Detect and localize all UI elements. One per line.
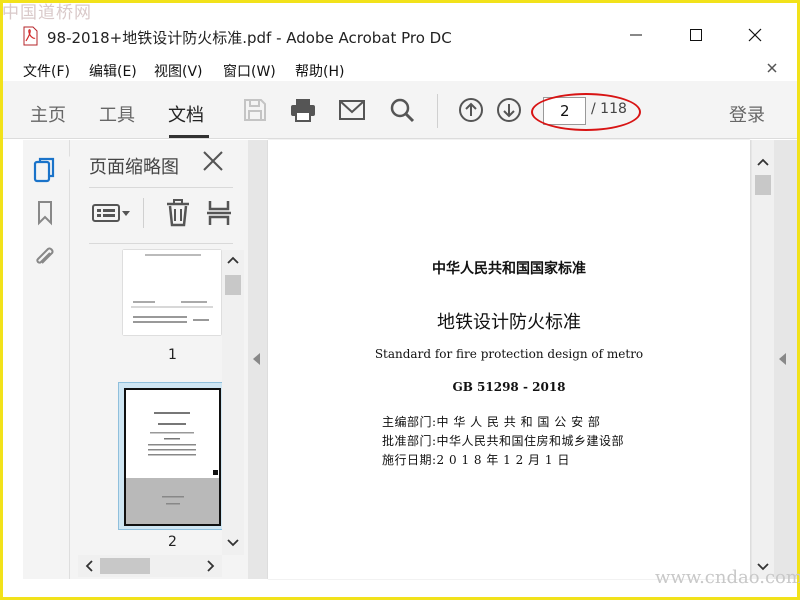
doc-approver: 中华人民共和国住房和城乡建设部 (436, 434, 625, 448)
extract-pages-button[interactable] (205, 198, 233, 228)
left-navigation-rail (23, 140, 70, 579)
chevron-right-icon (207, 560, 215, 572)
doc-effective-label: 施行日期: (382, 453, 437, 467)
print-button[interactable] (288, 95, 318, 125)
acrobat-window: 98-2018+地铁设计防火标准.pdf - Adobe Acrobat Pro… (3, 3, 797, 597)
paperclip-icon (36, 247, 54, 264)
menu-edit[interactable]: 编辑(E) (89, 61, 137, 81)
panel-divider (89, 187, 233, 188)
doc-editor-row: 主编部门:中 华 人 民 共 和 国 公 安 部 (382, 413, 600, 430)
panel-title: 页面缩略图 (89, 157, 179, 178)
menu-help[interactable]: 帮助(H) (295, 61, 344, 81)
bookmarks-button[interactable] (32, 198, 58, 228)
scrollbar-thumb[interactable] (225, 275, 241, 295)
search-icon (390, 98, 415, 123)
document-page[interactable]: 中华人民共和国国家标准 地铁设计防火标准 Standard for fire p… (268, 140, 750, 579)
save-button[interactable] (240, 95, 270, 125)
page-thumbnail-2[interactable] (124, 388, 221, 526)
panel-close-button[interactable] (200, 148, 226, 176)
panel-divider (89, 243, 233, 244)
menu-file[interactable]: 文件(F) (23, 61, 70, 81)
chevron-left-icon (85, 560, 93, 572)
doc-effective: 2 0 1 8 年 1 2 月 1 日 (436, 453, 570, 467)
tab-home[interactable]: 主页 (30, 101, 66, 127)
doc-approver-row: 批准部门:中华人民共和国住房和城乡建设部 (382, 432, 624, 449)
thumbnails-vertical-scrollbar[interactable] (222, 250, 244, 555)
attachments-button[interactable] (32, 243, 58, 273)
highlight-ellipse (531, 93, 641, 131)
mail-icon (339, 100, 365, 120)
options-menu-icon (92, 204, 130, 222)
scrollbar-thumb[interactable] (100, 558, 150, 574)
doc-code: GB 51298 - 2018 (452, 380, 566, 394)
close-icon (203, 151, 223, 171)
collapse-panel-icon[interactable] (251, 352, 261, 366)
menu-window[interactable]: 窗口(W) (223, 61, 276, 81)
close-window-button[interactable] (734, 21, 776, 49)
document-vertical-scrollbar[interactable] (752, 140, 774, 579)
print-icon (291, 99, 315, 122)
watermark-top-left: 中国道桥网 (2, 3, 92, 23)
watermark-bottom-right: www.cndao.com (655, 567, 800, 588)
page-thumbnails-button[interactable] (32, 155, 58, 185)
thumbnails-horizontal-scrollbar[interactable] (78, 555, 222, 577)
page-thumbnail-1[interactable] (123, 250, 221, 335)
save-icon (244, 99, 266, 121)
arrow-up-circle-icon (459, 98, 483, 122)
toolbar-separator (437, 94, 438, 128)
page-thumbnail-preview (131, 254, 213, 323)
chevron-up-icon (757, 158, 769, 166)
page-thumbnail-preview (148, 412, 218, 475)
menu-bar: 文件(F) 编辑(E) 视图(V) 窗口(W) 帮助(H) (3, 55, 797, 81)
chevron-down-icon (227, 539, 239, 547)
search-button[interactable] (387, 95, 417, 125)
thumbnail-options-button[interactable] (91, 198, 131, 228)
scrollbar-thumb[interactable] (755, 175, 771, 195)
chevron-up-icon (227, 256, 239, 264)
doc-title-english: Standard for fire protection design of m… (374, 347, 644, 361)
minimize-button[interactable] (615, 21, 657, 49)
window-title: 98-2018+地铁设计防火标准.pdf - Adobe Acrobat Pro… (47, 29, 452, 47)
doc-national-standard: 中华人民共和国国家标准 (432, 261, 586, 277)
thumbnail-viewport-overlay (126, 478, 219, 524)
title-bar: 98-2018+地铁设计防火标准.pdf - Adobe Acrobat Pro… (3, 3, 797, 55)
doc-editor: 中 华 人 民 共 和 国 公 安 部 (436, 415, 601, 429)
doc-approver-label: 批准部门: (382, 434, 437, 448)
extract-pages-icon (207, 201, 231, 225)
panel-pointer (63, 155, 71, 171)
trash-icon (167, 199, 189, 227)
thumbnail-label-1: 1 (168, 347, 177, 363)
delete-page-button[interactable] (163, 198, 193, 228)
pdf-file-icon (23, 26, 38, 46)
menu-view[interactable]: 视图(V) (154, 61, 203, 81)
next-page-button[interactable] (494, 95, 524, 125)
tab-tools[interactable]: 工具 (99, 101, 135, 127)
tab-document[interactable]: 文档 (168, 101, 204, 127)
close-icon (748, 28, 762, 42)
page-thumbnail-preview (162, 496, 184, 505)
sign-in-link[interactable]: 登录 (729, 101, 765, 127)
maximize-icon (690, 29, 702, 41)
arrow-down-circle-icon (497, 98, 521, 122)
bookmark-icon (38, 201, 52, 226)
email-button[interactable] (337, 95, 367, 125)
previous-page-button[interactable] (456, 95, 486, 125)
toolbar: 主页 工具 文档 2 / 118 登录 (3, 81, 797, 139)
panel-tool-separator (143, 198, 144, 228)
active-tab-indicator (169, 135, 209, 138)
doc-effective-row: 施行日期:2 0 1 8 年 1 2 月 1 日 (382, 451, 570, 468)
minimize-icon (630, 34, 642, 36)
close-document-icon[interactable] (766, 62, 778, 74)
maximize-button[interactable] (675, 21, 717, 49)
doc-title: 地铁设计防火标准 (437, 312, 581, 333)
doc-editor-label: 主编部门: (382, 415, 437, 429)
page-thumbnails-icon (33, 157, 55, 183)
thumbnail-label-2: 2 (168, 534, 177, 550)
expand-right-pane-icon[interactable] (777, 352, 787, 366)
